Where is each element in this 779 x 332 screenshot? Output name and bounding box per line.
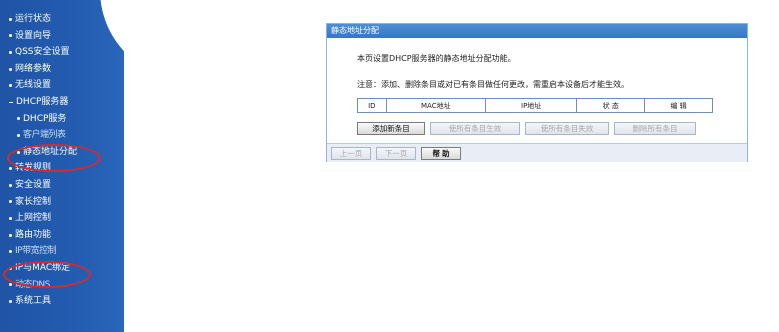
bullet-icon bbox=[17, 150, 20, 154]
sidebar-item[interactable]: 家长控制 bbox=[0, 194, 110, 211]
panel-footer: 上一页 下一页帮 助 bbox=[327, 143, 747, 162]
static-address-panel: 静态地址分配 本页设置DHCP服务器的静态地址分配功能。 注意：添加、删除条目或… bbox=[326, 23, 748, 162]
sidebar-item[interactable]: 网络参数 bbox=[0, 61, 110, 78]
sidebar-item-label: 上网控制 bbox=[15, 213, 52, 224]
bullet-icon bbox=[9, 233, 12, 237]
sidebar-item-label: 静态地址分配 bbox=[23, 146, 78, 157]
sidebar-item-label: 动态DNS bbox=[15, 279, 50, 290]
entry-actions: 添加新条目 使所有条目生效 使所有条目失效 删除所有条目 bbox=[357, 122, 701, 141]
bullet-icon bbox=[9, 266, 12, 270]
sidebar-item[interactable]: 安全设置 bbox=[0, 177, 110, 194]
sidebar-item[interactable]: 动态DNS bbox=[0, 277, 110, 294]
sidebar-item-label: 网络参数 bbox=[15, 63, 52, 74]
intro-text: 本页设置DHCP服务器的静态地址分配功能。 bbox=[357, 54, 516, 63]
sidebar-item-label: 家长控制 bbox=[15, 196, 52, 207]
table-header-row: ID MAC地址 IP地址 状 态 编 辑 bbox=[357, 98, 713, 113]
sidebar-item-label: 运行状态 bbox=[15, 14, 52, 24]
sidebar-menu: 运行状态设置向导 QSS安全设置 网络参数无线设置 DHCP服务器 DHCP服务 客户端列… bbox=[0, 11, 110, 310]
sidebar-item[interactable]: 路由功能 bbox=[0, 227, 110, 244]
bullet-icon bbox=[9, 50, 12, 54]
sidebar-item-label: 设置向导 bbox=[15, 30, 52, 41]
column-header-id: ID bbox=[357, 98, 387, 113]
bullet-icon bbox=[9, 84, 12, 88]
bullet-icon bbox=[9, 216, 12, 220]
delete-all-button[interactable]: 删除所有条目 bbox=[614, 122, 696, 135]
sidebar-item[interactable]: DHCP服务 bbox=[0, 111, 110, 128]
sidebar-item-label: 路由功能 bbox=[15, 229, 52, 240]
bullet-icon bbox=[9, 67, 12, 71]
footer-buttons: 上一页 下一页帮 助 bbox=[331, 147, 466, 166]
sidebar-item[interactable]: 转发规则 bbox=[0, 160, 110, 177]
static-entry-table: ID MAC地址 IP地址 状 态 编 辑 bbox=[357, 98, 713, 113]
enable-all-button[interactable]: 使所有条目生效 bbox=[430, 122, 520, 135]
bullet-icon bbox=[9, 299, 12, 303]
panel-title: 静态地址分配 bbox=[327, 24, 747, 38]
bullet-icon bbox=[9, 200, 12, 204]
sidebar-item-label: DHCP服务 bbox=[23, 113, 67, 124]
bullet-icon bbox=[9, 283, 12, 287]
sidebar-item-label: 无线设置 bbox=[15, 80, 52, 91]
prev-page-button[interactable]: 上一页 bbox=[331, 147, 371, 160]
sidebar-item[interactable]: 运行状态 bbox=[0, 11, 110, 28]
column-header-edit: 编 辑 bbox=[644, 98, 713, 113]
sidebar-item-label: 转发规则 bbox=[15, 163, 52, 174]
sidebar-item-label: 安全设置 bbox=[15, 179, 52, 190]
help-button[interactable]: 帮 助 bbox=[421, 147, 461, 160]
sidebar-item[interactable]: 上网控制 bbox=[0, 210, 110, 227]
sidebar-item[interactable]: QSS安全设置 bbox=[0, 44, 110, 61]
sidebar-item-label: 客户端列表 bbox=[23, 130, 66, 141]
router-admin-page: 运行状态设置向导 QSS安全设置 网络参数无线设置 DHCP服务器 DHCP服务 客户端列… bbox=[0, 0, 779, 332]
bullet-icon bbox=[9, 34, 12, 38]
sidebar-item[interactable]: DHCP服务器 bbox=[0, 94, 110, 111]
sidebar-item[interactable]: 客户端列表 bbox=[0, 127, 110, 144]
bullet-icon bbox=[17, 117, 20, 121]
sidebar-item-label: IP与MAC绑定 bbox=[15, 262, 71, 273]
sidebar-item-label: DHCP服务器 bbox=[16, 96, 69, 107]
add-entry-button[interactable]: 添加新条目 bbox=[357, 122, 425, 135]
sidebar-item[interactable]: IP与MAC绑定 bbox=[0, 260, 110, 277]
sidebar-item-label: QSS安全设置 bbox=[15, 47, 70, 58]
sidebar-item[interactable]: IP带宽控制 bbox=[0, 243, 110, 260]
disable-all-button[interactable]: 使所有条目失效 bbox=[525, 122, 609, 135]
bullet-icon bbox=[9, 167, 12, 171]
column-header-status: 状 态 bbox=[576, 98, 646, 113]
bullet-icon bbox=[9, 17, 12, 21]
bullet-icon bbox=[9, 183, 12, 187]
bullet-icon bbox=[17, 133, 20, 137]
note-text: 注意：添加、删除条目或对已有条目做任何更改，需重启本设备后才能生效。 bbox=[357, 80, 629, 89]
sidebar-item[interactable]: 静态地址分配 bbox=[0, 144, 110, 161]
column-header-mac: MAC地址 bbox=[385, 98, 486, 113]
bullet-icon bbox=[9, 250, 12, 254]
sidebar: 运行状态设置向导 QSS安全设置 网络参数无线设置 DHCP服务器 DHCP服务 客户端列… bbox=[0, 0, 124, 332]
expanded-marker-icon bbox=[9, 101, 13, 103]
next-page-button[interactable]: 下一页 bbox=[376, 147, 416, 160]
sidebar-item[interactable]: 设置向导 bbox=[0, 28, 110, 45]
sidebar-item[interactable]: 系统工具 bbox=[0, 293, 110, 310]
column-header-ip: IP地址 bbox=[484, 98, 578, 113]
sidebar-item[interactable]: 无线设置 bbox=[0, 77, 110, 94]
sidebar-item-label: IP带宽控制 bbox=[15, 246, 57, 257]
sidebar-item-label: 系统工具 bbox=[15, 296, 52, 307]
